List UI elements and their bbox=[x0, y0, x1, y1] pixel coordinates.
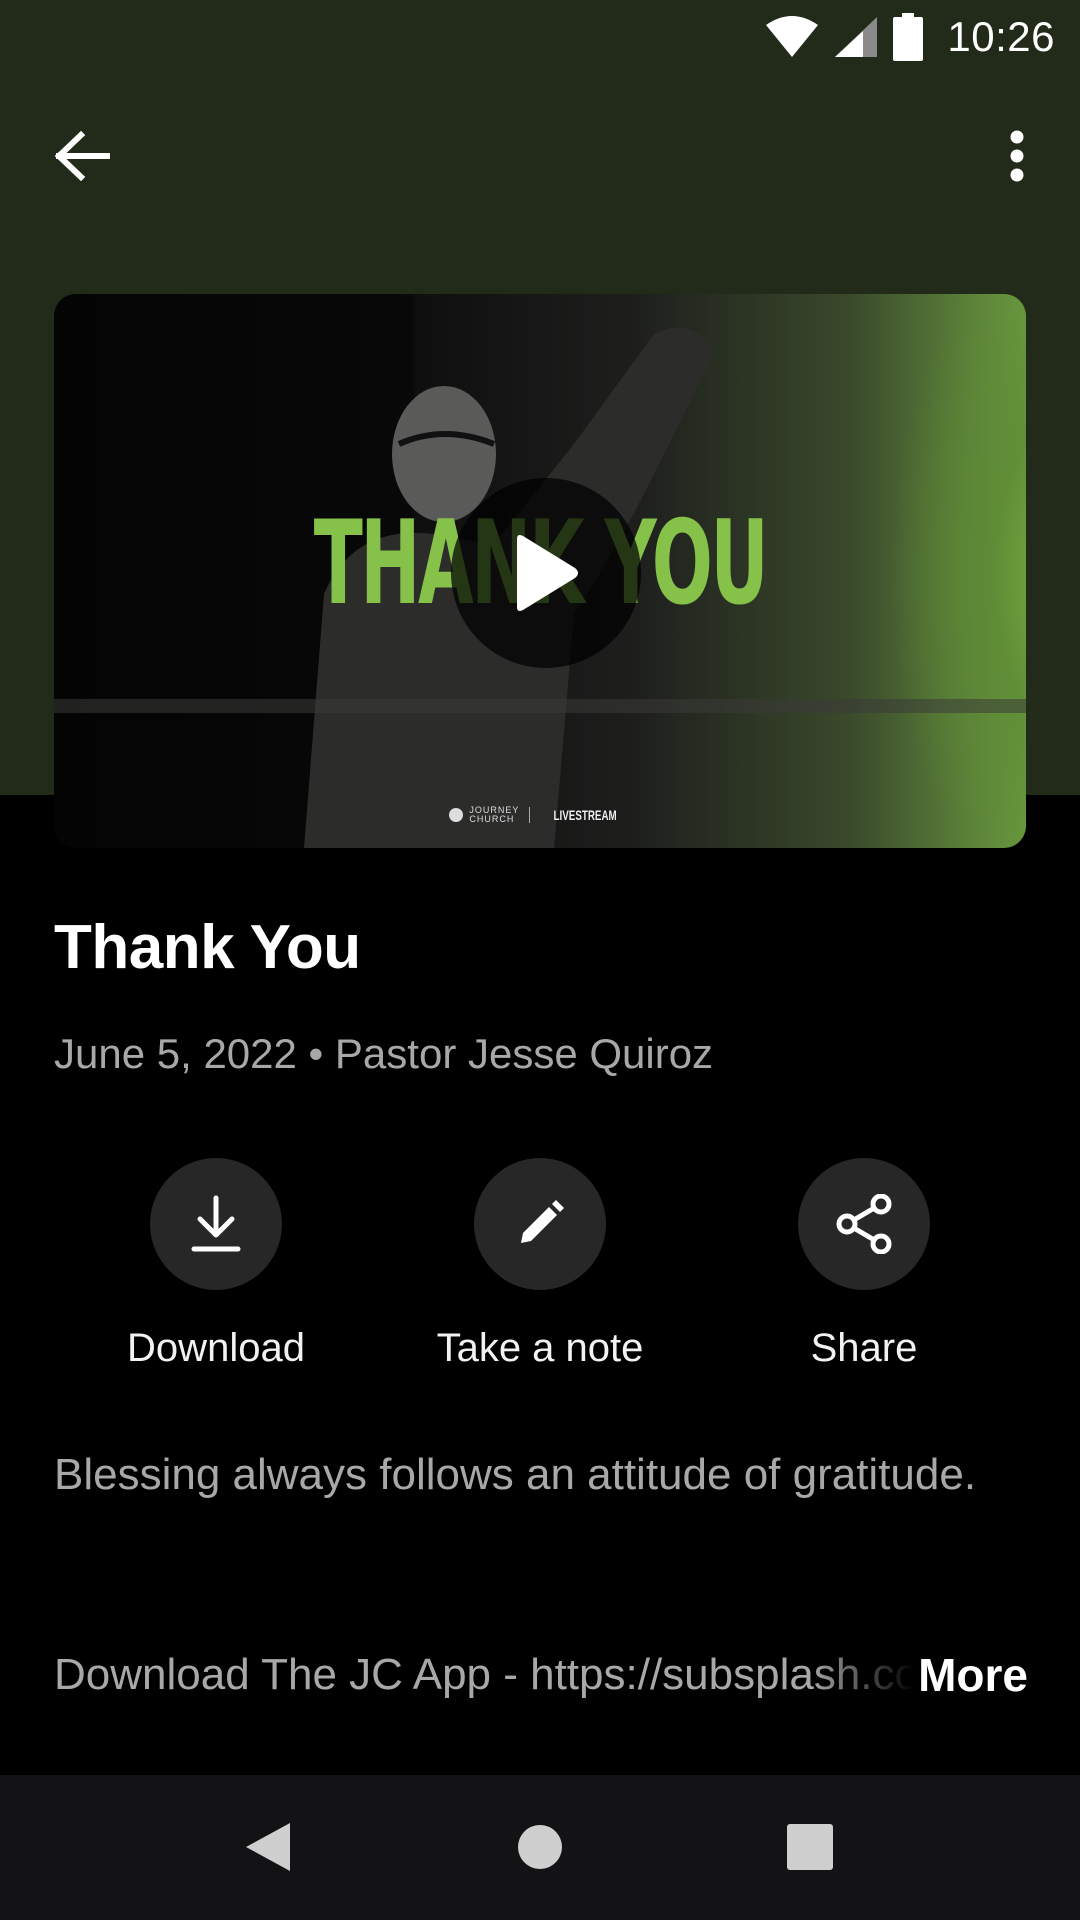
download-label: Download bbox=[127, 1326, 305, 1370]
nav-home-icon bbox=[518, 1825, 562, 1869]
video-thumbnail[interactable]: THANK YOU JOURNEY CHURCH LIVESTREAM bbox=[54, 294, 1026, 848]
play-button[interactable] bbox=[451, 478, 641, 668]
download-circle bbox=[150, 1158, 282, 1290]
status-time: 10:26 bbox=[947, 13, 1055, 60]
take-note-circle bbox=[474, 1158, 606, 1290]
share-icon bbox=[836, 1194, 892, 1254]
share-circle bbox=[798, 1158, 930, 1290]
watermark-divider bbox=[529, 807, 531, 823]
church-logo: JOURNEY CHURCH bbox=[449, 806, 519, 824]
sermon-title: Thank You bbox=[54, 913, 361, 982]
nav-recents-button[interactable] bbox=[760, 1797, 860, 1897]
more-vert-icon bbox=[1010, 130, 1024, 182]
status-bar: 10:26 bbox=[0, 0, 1080, 75]
description-link-row: Download The JC App - https://subsplash.… bbox=[54, 1648, 1034, 1710]
share-label: Share bbox=[810, 1326, 918, 1370]
nav-recents-icon bbox=[787, 1824, 833, 1870]
cell-signal-icon bbox=[835, 17, 878, 57]
action-row: Download Take a note Share bbox=[0, 1158, 1080, 1378]
watermark-brand-bottom: CHURCH bbox=[469, 814, 515, 824]
pencil-icon bbox=[521, 1200, 564, 1243]
nav-home-button[interactable] bbox=[490, 1797, 590, 1897]
share-button[interactable]: Share bbox=[714, 1158, 1014, 1371]
sermon-description: Blessing always follows an attitude of g… bbox=[54, 1450, 977, 1499]
arrow-back-icon bbox=[55, 131, 110, 181]
play-icon bbox=[517, 535, 578, 611]
overflow-menu-button[interactable] bbox=[982, 114, 1052, 198]
watermark-tag: LIVESTREAM bbox=[553, 807, 618, 823]
nav-back-icon bbox=[246, 1823, 290, 1871]
description-link-text: Download The JC App - https://subsplash.… bbox=[54, 1650, 914, 1699]
more-button[interactable]: More bbox=[918, 1648, 1028, 1702]
download-button[interactable]: Download bbox=[66, 1158, 366, 1371]
system-nav-bar bbox=[0, 1775, 1080, 1920]
nav-back-button[interactable] bbox=[218, 1797, 318, 1897]
thumbnail-watermark: JOURNEY CHURCH LIVESTREAM bbox=[54, 806, 1026, 824]
take-note-button[interactable]: Take a note bbox=[390, 1158, 690, 1371]
status-icons: 10:26 bbox=[765, 12, 1055, 62]
app-bar bbox=[0, 100, 1080, 212]
back-button[interactable] bbox=[38, 114, 128, 198]
take-note-label: Take a note bbox=[436, 1326, 644, 1370]
sermon-meta: June 5, 2022 • Pastor Jesse Quiroz bbox=[54, 1030, 714, 1077]
battery-icon bbox=[893, 13, 924, 61]
wifi-icon bbox=[766, 16, 819, 57]
church-logo-mark bbox=[449, 808, 464, 822]
download-icon bbox=[191, 1195, 241, 1252]
